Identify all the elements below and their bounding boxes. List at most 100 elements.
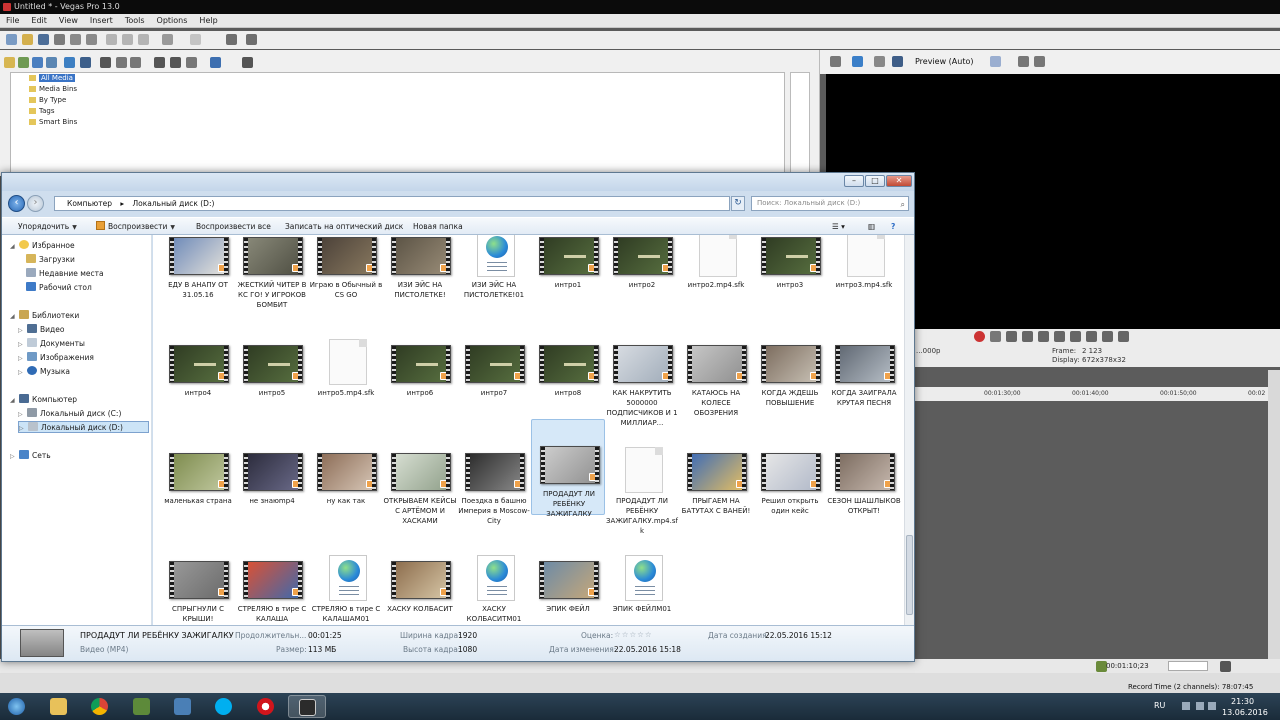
cut-icon[interactable] xyxy=(106,34,117,45)
new-project-icon[interactable] xyxy=(6,34,17,45)
network-tray-icon[interactable] xyxy=(1196,702,1204,710)
address-bar[interactable]: Компьютер ▸ Локальный диск (D:) xyxy=(54,196,730,211)
preview-properties-icon[interactable] xyxy=(830,56,841,67)
play-from-start-icon[interactable] xyxy=(1006,331,1017,342)
clock-date[interactable]: 13.06.2016 xyxy=(1222,708,1268,717)
enable-snapping-icon[interactable] xyxy=(226,34,237,45)
open-icon[interactable] xyxy=(22,34,33,45)
file-tile[interactable]: Поездка в башню Империя в Moscow-City xyxy=(457,445,531,541)
file-tile[interactable]: ЕДУ В АНАПУ ОТ 31.05.16 xyxy=(161,235,235,325)
close-button[interactable]: ✕ xyxy=(886,175,912,187)
burn-button[interactable]: Записать на оптический диск xyxy=(285,218,403,236)
play-icon[interactable] xyxy=(154,57,165,68)
file-tile[interactable]: ЭПИК ФЕЙЛМ01 xyxy=(605,553,679,625)
taskbar-skype[interactable] xyxy=(205,695,243,718)
play-all-button[interactable]: Воспроизвести все xyxy=(196,218,271,236)
breadcrumb-computer[interactable]: Компьютер xyxy=(67,199,112,208)
file-list-scrollbar[interactable] xyxy=(904,235,914,625)
file-tile[interactable]: ЭПИК ФЕЙЛ xyxy=(531,553,605,625)
refresh-icon[interactable] xyxy=(64,57,75,68)
import-media-icon[interactable] xyxy=(4,57,15,68)
stop-icon[interactable] xyxy=(170,57,181,68)
file-tile[interactable]: интро3.mp4.sfk xyxy=(827,235,901,325)
menu-view[interactable]: View xyxy=(53,14,84,28)
search-media-icon[interactable] xyxy=(80,57,91,68)
nav-images[interactable]: ▷ Изображения xyxy=(18,352,94,364)
timeline-scrollbar[interactable] xyxy=(1268,370,1280,660)
tree-item-tags[interactable]: Tags xyxy=(29,106,55,116)
external-monitor-icon[interactable] xyxy=(852,56,863,67)
redo-icon[interactable] xyxy=(190,34,201,45)
maximize-button[interactable]: □ xyxy=(865,175,885,187)
record-icon[interactable] xyxy=(974,331,985,342)
preview-stop-icon[interactable] xyxy=(1054,331,1065,342)
tree-item-all-media[interactable]: All Media xyxy=(29,73,75,83)
pause-icon[interactable] xyxy=(1038,331,1049,342)
file-tile[interactable]: ИЗИ ЭЙС НА ПИСТОЛЕТКЕ!01 xyxy=(457,235,531,325)
back-arrow-icon[interactable]: ‹ xyxy=(8,195,25,212)
file-tile[interactable]: ИЗИ ЭЙС НА ПИСТОЛЕТКЕ! xyxy=(383,235,457,325)
taskbar-chrome[interactable] xyxy=(81,695,119,718)
menu-file[interactable]: File xyxy=(0,14,25,28)
media-fx-icon[interactable] xyxy=(46,57,57,68)
change-view-icon[interactable]: ☰ ▾ xyxy=(832,218,845,236)
go-to-start-icon[interactable] xyxy=(1070,331,1081,342)
save-snapshot-icon[interactable] xyxy=(1034,56,1045,67)
rating-stars[interactable]: ☆☆☆☆☆ xyxy=(614,630,653,639)
file-tile[interactable]: СЕЗОН ШАШЛЫКОВ ОТКРЫТ! xyxy=(827,445,901,541)
preview-quality-icon[interactable] xyxy=(892,56,903,67)
views-icon[interactable] xyxy=(210,57,221,68)
file-tile[interactable]: ПРЫГАЕМ НА БАТУТАХ С ВАНЕЙ! xyxy=(679,445,753,541)
remove-media-icon[interactable] xyxy=(100,57,111,68)
tree-item-media-bins[interactable]: Media Bins xyxy=(29,84,77,94)
search-input[interactable]: Поиск: Локальный диск (D:) ⌕ xyxy=(751,196,909,211)
tray-icon[interactable] xyxy=(1182,702,1190,710)
track-list-icon[interactable] xyxy=(1220,661,1231,672)
preview-pane-icon[interactable]: ▥ xyxy=(868,218,875,236)
taskbar-explorer[interactable] xyxy=(40,695,78,718)
taskbar-minecraft[interactable] xyxy=(123,695,161,718)
undo-icon[interactable] xyxy=(162,34,173,45)
save-icon[interactable] xyxy=(38,34,49,45)
clock-time[interactable]: 21:30 xyxy=(1231,697,1254,706)
file-tile[interactable]: КОГДА ЗАИГРАЛА КРУТАЯ ПЕСНЯ xyxy=(827,337,901,433)
breadcrumb-disk-d[interactable]: Локальный диск (D:) xyxy=(133,199,215,208)
file-tile[interactable]: интро4 xyxy=(161,337,235,433)
minimize-button[interactable]: – xyxy=(844,175,864,187)
file-tile[interactable]: КОГДА ЖДЕШЬ ПОВЫШЕНИЕ xyxy=(753,337,827,433)
file-tile[interactable]: ПРОДАДУТ ЛИ РЕБЁНКУ ЗАЖИГАЛКУ.mp4.sfk xyxy=(605,445,679,541)
copy-icon[interactable] xyxy=(122,34,133,45)
file-tile[interactable]: интро5.mp4.sfk xyxy=(309,337,383,433)
file-tile[interactable]: интро5 xyxy=(235,337,309,433)
taskbar-volume[interactable] xyxy=(164,695,202,718)
nav-libraries[interactable]: ◢ Библиотеки xyxy=(10,310,79,322)
next-frame-icon[interactable] xyxy=(1118,331,1129,342)
properties-icon[interactable] xyxy=(86,34,97,45)
nav-music[interactable]: ▷ Музыка xyxy=(18,366,70,378)
capture-video-icon[interactable] xyxy=(18,57,29,68)
nav-computer[interactable]: ◢ Компьютер xyxy=(10,394,77,406)
nav-video[interactable]: ▷ Видео xyxy=(18,324,64,336)
file-tile[interactable]: ЖЕСТКИЙ ЧИТЕР В КС ГО! У ИГРОКОВ БОМБИТ xyxy=(235,235,309,325)
help-icon[interactable]: ? xyxy=(891,218,895,236)
volume-tray-icon[interactable] xyxy=(1208,702,1216,710)
file-tile[interactable]: СТРЕЛЯЮ в тире С КАЛАШАМ01 xyxy=(309,553,383,625)
menu-help[interactable]: Help xyxy=(193,14,223,28)
tree-item-smart-bins[interactable]: Smart Bins xyxy=(29,117,77,127)
file-tile[interactable]: Играю в Обычный в CS GO xyxy=(309,235,383,325)
timecode-field[interactable] xyxy=(1168,661,1208,671)
nav-recent-places[interactable]: Недавние места xyxy=(26,268,104,280)
media-properties-icon[interactable] xyxy=(130,57,141,68)
nav-downloads[interactable]: Загрузки xyxy=(26,254,75,266)
nav-documents[interactable]: ▷ Документы xyxy=(18,338,85,350)
file-tile[interactable]: СПРЫГНУЛИ С КРЫШИ! xyxy=(161,553,235,625)
file-tile[interactable]: ХАСКУ КОЛБАСИТМ01 xyxy=(457,553,531,625)
file-tile[interactable]: ХАСКУ КОЛБАСИТ xyxy=(383,553,457,625)
search-icon[interactable] xyxy=(242,57,253,68)
scrollbar-thumb[interactable] xyxy=(906,535,913,615)
auto-ripple-icon[interactable] xyxy=(246,34,257,45)
file-tile[interactable]: интро7 xyxy=(457,337,531,433)
nav-disk-d[interactable]: ▷ Локальный диск (D:) xyxy=(18,421,149,433)
nav-favorites[interactable]: ◢ Избранное xyxy=(10,240,75,252)
preview-quality-dropdown[interactable]: Preview (Auto) xyxy=(915,57,974,66)
